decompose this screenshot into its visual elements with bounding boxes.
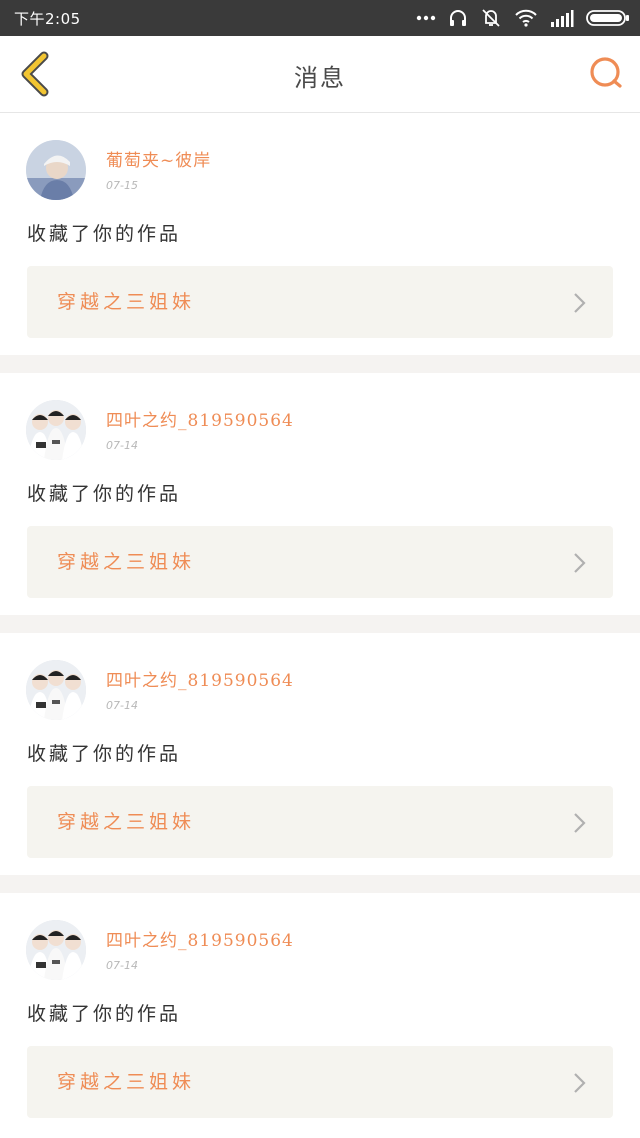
avatar[interactable]	[26, 660, 86, 720]
avatar-single	[26, 140, 86, 200]
message-card: 葡萄夹~彼岸 07-15 收藏了你的作品 穿越之三姐妹	[0, 113, 640, 355]
status-time: 下午2:05	[14, 10, 81, 28]
work-link[interactable]: 穿越之三姐妹	[27, 266, 613, 338]
message-date: 07-15	[106, 179, 138, 192]
chevron-right-icon	[574, 1073, 586, 1093]
status-icons	[416, 7, 630, 29]
message-action: 收藏了你的作品	[27, 1003, 182, 1025]
divider	[0, 355, 640, 373]
message-action: 收藏了你的作品	[27, 223, 182, 245]
username[interactable]: 四叶之约_819590564	[106, 406, 294, 431]
avatar[interactable]	[26, 920, 86, 980]
message-card: 四叶之约_819590564 07-14 收藏了你的作品 穿越之三姐妹	[0, 373, 640, 615]
message-card: 四叶之约_819590564 07-14 收藏了你的作品 穿越之三姐妹	[0, 893, 640, 1135]
work-link[interactable]: 穿越之三姐妹	[27, 526, 613, 598]
avatar-group	[26, 660, 86, 720]
message-action: 收藏了你的作品	[27, 743, 182, 765]
message-action: 收藏了你的作品	[27, 483, 182, 505]
message-date: 07-14	[106, 439, 138, 452]
avatar-group	[26, 920, 86, 980]
message-card: 四叶之约_819590564 07-14 收藏了你的作品 穿越之三姐妹	[0, 633, 640, 875]
avatar-group	[26, 400, 86, 460]
work-title: 穿越之三姐妹	[57, 1071, 196, 1093]
message-date: 07-14	[106, 959, 138, 972]
avatar[interactable]	[26, 140, 86, 200]
message-list: 葡萄夹~彼岸 07-15 收藏了你的作品 穿越之三姐妹 四叶之约_8195905…	[0, 113, 640, 1135]
chevron-right-icon	[574, 293, 586, 313]
headphones-icon	[450, 10, 466, 26]
chevron-right-icon	[574, 553, 586, 573]
nav-bar: 消息	[0, 36, 640, 113]
wifi-icon	[515, 9, 537, 27]
divider	[0, 615, 640, 633]
battery-icon	[586, 10, 629, 26]
divider	[0, 875, 640, 893]
work-title: 穿越之三姐妹	[57, 551, 196, 573]
work-title: 穿越之三姐妹	[57, 811, 196, 833]
page-title: 消息	[294, 64, 346, 92]
username[interactable]: 四叶之约_819590564	[106, 666, 294, 691]
more-dots-icon	[416, 15, 436, 21]
search-icon	[590, 57, 622, 88]
mute-icon	[482, 9, 500, 27]
work-link[interactable]: 穿越之三姐妹	[27, 1046, 613, 1118]
work-title: 穿越之三姐妹	[57, 291, 196, 313]
search-button[interactable]	[586, 54, 626, 94]
username[interactable]: 四叶之约_819590564	[106, 926, 294, 951]
username[interactable]: 葡萄夹~彼岸	[106, 146, 211, 171]
work-link[interactable]: 穿越之三姐妹	[27, 786, 613, 858]
signal-icon	[551, 10, 574, 27]
chevron-right-icon	[574, 813, 586, 833]
avatar[interactable]	[26, 400, 86, 460]
status-bar: 下午2:05	[0, 0, 640, 36]
message-date: 07-14	[106, 699, 138, 712]
